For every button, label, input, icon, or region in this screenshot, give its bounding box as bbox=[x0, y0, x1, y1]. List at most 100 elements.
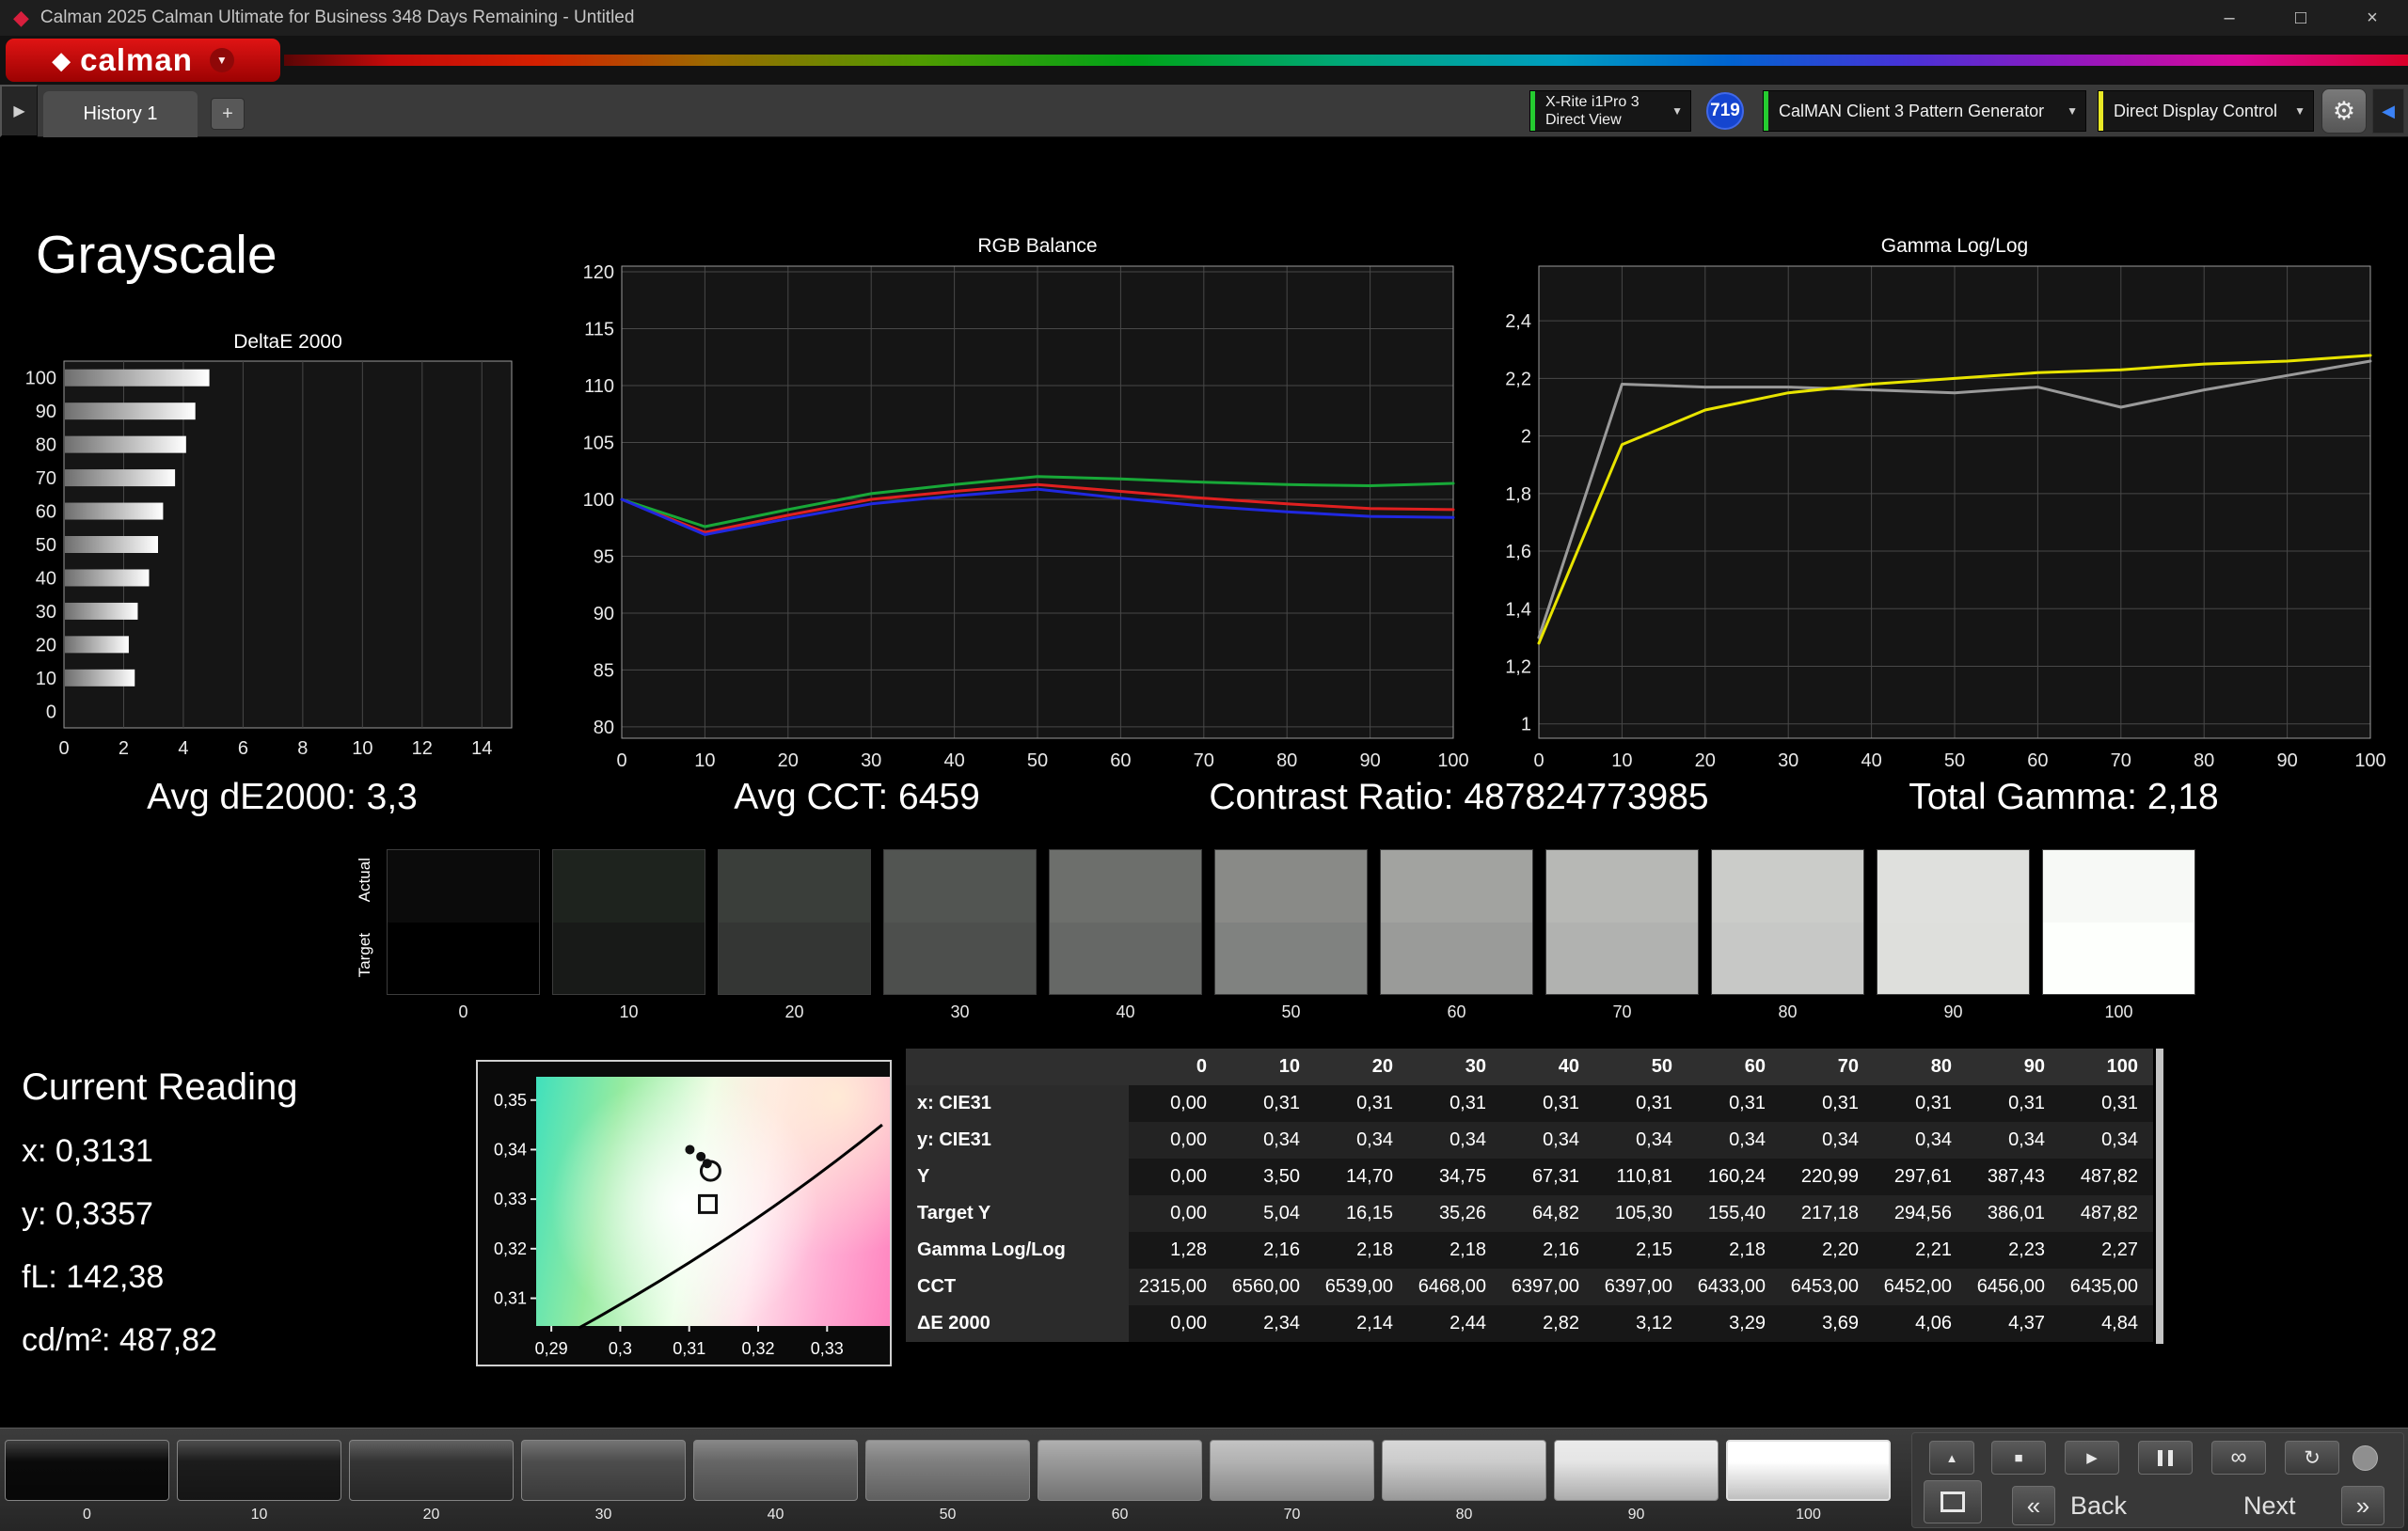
pattern-level-30-button[interactable] bbox=[521, 1440, 686, 1501]
table-cell: 2,20 bbox=[1781, 1232, 1874, 1269]
svg-text:115: 115 bbox=[584, 320, 614, 340]
swatch-actual-color bbox=[2043, 850, 2194, 923]
svg-text:100: 100 bbox=[1437, 750, 1468, 771]
tab-history-1[interactable]: History 1 bbox=[43, 91, 198, 137]
table-row-label: Target Y bbox=[906, 1195, 1129, 1232]
pattern-level-90-button[interactable] bbox=[1554, 1440, 1719, 1501]
table-scrollbar[interactable] bbox=[2156, 1049, 2163, 1344]
swatch-target-color bbox=[884, 923, 1036, 995]
table-cell: 0,34 bbox=[1315, 1122, 1408, 1159]
pattern-level-30: 30 bbox=[521, 1440, 686, 1523]
table-cell: 14,70 bbox=[1315, 1159, 1408, 1195]
swatch-box bbox=[1545, 849, 1699, 995]
workflow-expander-button[interactable]: ▶ bbox=[0, 85, 38, 137]
table-cell: 3,29 bbox=[1687, 1305, 1781, 1342]
meter-dropdown[interactable]: X-Rite i1Pro 3 Direct View ▼ bbox=[1529, 90, 1691, 132]
table-col-header-50: 50 bbox=[1594, 1049, 1687, 1085]
swatch-box bbox=[718, 849, 871, 995]
maximize-button[interactable]: □ bbox=[2265, 0, 2337, 36]
pattern-level-20: 20 bbox=[349, 1440, 514, 1523]
swatch-label: 90 bbox=[1877, 1002, 2030, 1022]
expander-arrow-icon: ▶ bbox=[13, 102, 24, 120]
pattern-generator-dropdown[interactable]: CalMAN Client 3 Pattern Generator ▼ bbox=[1763, 90, 2086, 132]
pattern-level-label: 60 bbox=[1038, 1507, 1202, 1523]
add-tab-button[interactable]: + bbox=[211, 98, 245, 130]
table-col-header-20: 20 bbox=[1315, 1049, 1408, 1085]
pattern-level-20-button[interactable] bbox=[349, 1440, 514, 1501]
record-indicator-icon bbox=[2353, 1445, 2378, 1471]
svg-text:80: 80 bbox=[2194, 750, 2214, 771]
table-cell: 6456,00 bbox=[1967, 1269, 2060, 1305]
svg-text:50: 50 bbox=[1944, 750, 1965, 771]
swatch-label: 0 bbox=[387, 1002, 540, 1022]
table-cell: 2,21 bbox=[1874, 1232, 1967, 1269]
svg-text:0,29: 0,29 bbox=[535, 1339, 568, 1358]
pattern-level-70-button[interactable] bbox=[1210, 1440, 1374, 1501]
pattern-level-10-button[interactable] bbox=[177, 1440, 341, 1501]
table-cell: 0,34 bbox=[1408, 1122, 1501, 1159]
continuous-measure-button[interactable]: ∞ bbox=[2211, 1441, 2266, 1475]
table-cell: 110,81 bbox=[1594, 1159, 1687, 1195]
table-cell: 386,01 bbox=[1967, 1195, 2060, 1232]
collapse-panel-button[interactable]: ◀ bbox=[2372, 88, 2404, 134]
svg-text:2: 2 bbox=[119, 738, 129, 759]
table-cell: 2,82 bbox=[1501, 1305, 1594, 1342]
pattern-level-100-button[interactable] bbox=[1726, 1440, 1891, 1501]
swatch-label: 70 bbox=[1545, 1002, 1699, 1022]
table-col-header-0: 0 bbox=[1129, 1049, 1222, 1085]
svg-text:60: 60 bbox=[2027, 750, 2048, 771]
table-col-header-100: 100 bbox=[2060, 1049, 2153, 1085]
pattern-level-0-button[interactable] bbox=[5, 1440, 169, 1501]
minimize-button[interactable]: – bbox=[2194, 0, 2265, 36]
reading-fl: fL: 142,38 bbox=[22, 1259, 298, 1296]
pattern-level-label: 80 bbox=[1382, 1507, 1546, 1523]
pause-button[interactable] bbox=[2138, 1441, 2193, 1475]
svg-text:4: 4 bbox=[178, 738, 188, 759]
calman-menu-button[interactable]: ◆ calman ▼ bbox=[6, 39, 280, 82]
stop-button[interactable]: ■ bbox=[1991, 1441, 2046, 1475]
svg-text:40: 40 bbox=[1861, 750, 1881, 771]
table-row: Gamma Log/Log1,282,162,182,182,162,152,1… bbox=[906, 1232, 2153, 1269]
back-label[interactable]: Back bbox=[2070, 1492, 2127, 1521]
table-col-header-10: 10 bbox=[1222, 1049, 1315, 1085]
repeat-button[interactable]: ↻ bbox=[2285, 1441, 2339, 1475]
svg-text:30: 30 bbox=[1778, 750, 1798, 771]
table-col-header-30: 30 bbox=[1408, 1049, 1501, 1085]
pattern-level-label: 90 bbox=[1554, 1507, 1719, 1523]
pattern-level-0: 0 bbox=[5, 1440, 169, 1523]
avg-de2000-stat: Avg dE2000: 3,3 bbox=[147, 777, 418, 818]
svg-text:60: 60 bbox=[1110, 750, 1131, 771]
play-button[interactable]: ▶ bbox=[2065, 1441, 2119, 1475]
panel-up-button[interactable]: ▲ bbox=[1929, 1441, 1974, 1475]
table-cell: 2,14 bbox=[1315, 1305, 1408, 1342]
meter-status-bar bbox=[1530, 91, 1535, 131]
measurement-count-badge: 719 bbox=[1706, 92, 1744, 130]
table-row: x: CIE310,000,310,310,310,310,310,310,31… bbox=[906, 1085, 2153, 1122]
svg-text:105: 105 bbox=[583, 433, 614, 453]
settings-gear-button[interactable]: ⚙ bbox=[2321, 88, 2367, 134]
display-control-status-bar bbox=[2099, 91, 2103, 131]
display-control-label: Direct Display Control bbox=[2099, 102, 2294, 121]
back-chevron-button[interactable]: « bbox=[2012, 1486, 2055, 1525]
table-row-label: Y bbox=[906, 1159, 1129, 1195]
display-control-dropdown[interactable]: Direct Display Control ▼ bbox=[2098, 90, 2314, 132]
table-cell: 220,99 bbox=[1781, 1159, 1874, 1195]
pattern-generator-label: CalMAN Client 3 Pattern Generator bbox=[1764, 102, 2067, 121]
table-cell: 387,43 bbox=[1967, 1159, 2060, 1195]
svg-text:0,31: 0,31 bbox=[673, 1339, 705, 1358]
grayscale-swatch-70: 70 bbox=[1545, 849, 1699, 1022]
table-cell: 1,28 bbox=[1129, 1232, 1222, 1269]
table-cell: 0,00 bbox=[1129, 1195, 1222, 1232]
pattern-level-80-button[interactable] bbox=[1382, 1440, 1546, 1501]
svg-text:0: 0 bbox=[1533, 750, 1544, 771]
svg-text:110: 110 bbox=[584, 376, 614, 397]
swatch-label: 80 bbox=[1711, 1002, 1864, 1022]
next-label[interactable]: Next bbox=[2243, 1492, 2296, 1521]
pattern-level-60-button[interactable] bbox=[1038, 1440, 1202, 1501]
close-button[interactable]: × bbox=[2337, 0, 2408, 36]
pattern-level-40-button[interactable] bbox=[693, 1440, 858, 1501]
pattern-level-50-button[interactable] bbox=[865, 1440, 1030, 1501]
svg-text:95: 95 bbox=[594, 546, 614, 567]
pattern-window-button[interactable] bbox=[1924, 1480, 1982, 1523]
next-chevron-button[interactable]: » bbox=[2341, 1486, 2384, 1525]
